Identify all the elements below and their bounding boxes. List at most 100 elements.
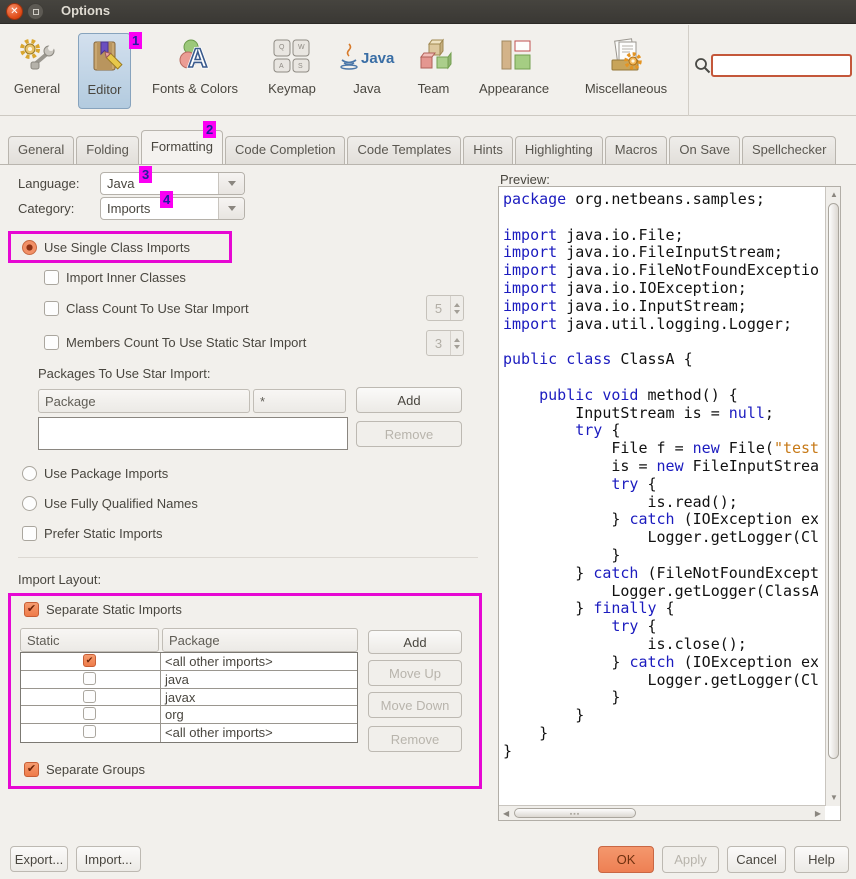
tab-highlighting[interactable]: Highlighting — [515, 136, 603, 164]
row-static-checkbox[interactable] — [83, 725, 96, 738]
import-layout-table[interactable]: <all other imports> java javax org <all … — [20, 652, 358, 743]
horizontal-scrollbar[interactable]: ◀ ▪▪▪ ▶ — [499, 805, 825, 820]
category-general[interactable]: General — [8, 33, 66, 109]
star-table-star-header[interactable]: * — [253, 389, 346, 413]
row-static-checkbox[interactable] — [83, 654, 96, 667]
tab-code-templates[interactable]: Code Templates — [347, 136, 461, 164]
class-count-checkbox[interactable] — [44, 301, 59, 316]
horizontal-scroll-thumb[interactable]: ▪▪▪ — [514, 808, 636, 818]
java-logo-icon: Java — [337, 33, 397, 79]
layout-remove-button[interactable]: Remove — [368, 726, 462, 752]
use-package-imports-radio[interactable] — [22, 466, 37, 481]
search-icon — [694, 57, 711, 74]
import-inner-classes-checkbox[interactable] — [44, 270, 59, 285]
scroll-down-icon[interactable]: ▼ — [830, 794, 838, 802]
category-label: Editor — [88, 82, 122, 97]
chevron-down-icon — [218, 173, 244, 194]
gear-wrench-icon — [17, 33, 57, 79]
table-row[interactable]: <all other imports> — [21, 653, 357, 671]
members-count-label: Members Count To Use Static Star Import — [66, 335, 306, 350]
separate-static-imports-checkbox[interactable] — [24, 602, 39, 617]
apply-button[interactable]: Apply — [662, 846, 719, 873]
layout-add-button[interactable]: Add — [368, 630, 462, 654]
members-count-spinner[interactable]: 3 — [426, 330, 464, 356]
tab-on-save[interactable]: On Save — [669, 136, 740, 164]
category-appearance[interactable]: Appearance — [468, 33, 560, 109]
members-count-checkbox[interactable] — [44, 335, 59, 350]
star-add-button[interactable]: Add — [356, 387, 462, 413]
category-miscellaneous[interactable]: Miscellaneous — [570, 33, 682, 109]
prefer-static-imports-checkbox[interactable] — [22, 526, 37, 541]
vertical-scrollbar[interactable]: ▲ ▼ — [825, 187, 840, 806]
annotation-badge-1: 1 — [129, 32, 142, 49]
category-fonts-colors[interactable]: A A Fonts & Colors — [140, 33, 250, 109]
tab-spellchecker[interactable]: Spellchecker — [742, 136, 836, 164]
appearance-layout-icon — [494, 33, 534, 79]
category-team[interactable]: Team — [410, 33, 457, 109]
use-single-class-imports-radio[interactable] — [22, 240, 37, 255]
language-value: Java — [101, 176, 218, 191]
layout-move-up-button[interactable]: Move Up — [368, 660, 462, 686]
search-input[interactable] — [711, 54, 852, 77]
category-keymap[interactable]: QW AS Keymap — [262, 33, 322, 109]
scroll-left-icon[interactable]: ◀ — [503, 810, 509, 818]
row-static-checkbox[interactable] — [83, 707, 96, 720]
row-package-cell: org — [161, 706, 357, 723]
svg-text:W: W — [298, 44, 305, 51]
tab-code-completion[interactable]: Code Completion — [225, 136, 345, 164]
tab-general[interactable]: General — [8, 136, 74, 164]
tab-hints[interactable]: Hints — [463, 136, 513, 164]
table-row[interactable]: <all other imports> — [21, 724, 357, 742]
scroll-right-icon[interactable]: ▶ — [815, 810, 821, 818]
use-package-imports-label: Use Package Imports — [44, 466, 168, 481]
import-button[interactable]: Import... — [76, 846, 141, 872]
spinner-arrows-icon[interactable] — [450, 296, 463, 320]
layout-table-static-header[interactable]: Static — [20, 628, 159, 652]
svg-text:A: A — [188, 43, 208, 73]
separate-groups-checkbox[interactable] — [24, 762, 39, 777]
table-row[interactable]: javax — [21, 689, 357, 707]
miscellaneous-icon — [604, 33, 648, 79]
use-single-class-imports-label: Use Single Class Imports — [44, 240, 190, 255]
star-table-package-header[interactable]: Package — [38, 389, 250, 413]
toolbar-separator — [688, 25, 689, 116]
separate-groups-label: Separate Groups — [46, 762, 145, 777]
row-static-checkbox[interactable] — [83, 690, 96, 703]
import-layout-label: Import Layout: — [18, 572, 101, 587]
use-fully-qualified-radio[interactable] — [22, 496, 37, 511]
star-remove-button[interactable]: Remove — [356, 421, 462, 447]
category-label: Category: — [18, 201, 74, 216]
packages-star-import-label: Packages To Use Star Import: — [38, 366, 210, 381]
layout-table-package-header[interactable]: Package — [162, 628, 358, 652]
vertical-scroll-thumb[interactable] — [828, 203, 839, 759]
category-java[interactable]: Java Java — [337, 33, 397, 109]
restore-icon[interactable] — [27, 3, 44, 20]
category-label: General — [14, 81, 60, 96]
table-row[interactable]: org — [21, 706, 357, 724]
annotation-badge-4: 4 — [160, 191, 173, 208]
table-row[interactable]: java — [21, 671, 357, 689]
help-button[interactable]: Help — [794, 846, 849, 873]
category-label: Java — [353, 81, 380, 96]
import-inner-classes-label: Import Inner Classes — [66, 270, 186, 285]
close-icon[interactable]: ✕ — [6, 3, 23, 20]
category-label: Fonts & Colors — [152, 81, 238, 96]
tab-macros[interactable]: Macros — [605, 136, 668, 164]
ok-button[interactable]: OK — [598, 846, 654, 873]
scroll-up-icon[interactable]: ▲ — [830, 191, 838, 199]
category-editor[interactable]: Editor — [78, 33, 131, 109]
class-count-value: 5 — [427, 296, 450, 320]
spinner-arrows-icon[interactable] — [450, 331, 463, 355]
row-static-checkbox[interactable] — [83, 672, 96, 685]
cancel-button[interactable]: Cancel — [727, 846, 786, 873]
annotation-badge-3: 3 — [139, 166, 152, 183]
layout-move-down-button[interactable]: Move Down — [368, 692, 462, 718]
star-import-list[interactable] — [38, 417, 348, 450]
export-button[interactable]: Export... — [10, 846, 68, 872]
tab-folding[interactable]: Folding — [76, 136, 139, 164]
class-count-spinner[interactable]: 5 — [426, 295, 464, 321]
window-title: Options — [61, 3, 110, 18]
row-package-cell: javax — [161, 689, 357, 706]
svg-text:Java: Java — [361, 50, 395, 67]
svg-text:A: A — [279, 63, 284, 70]
